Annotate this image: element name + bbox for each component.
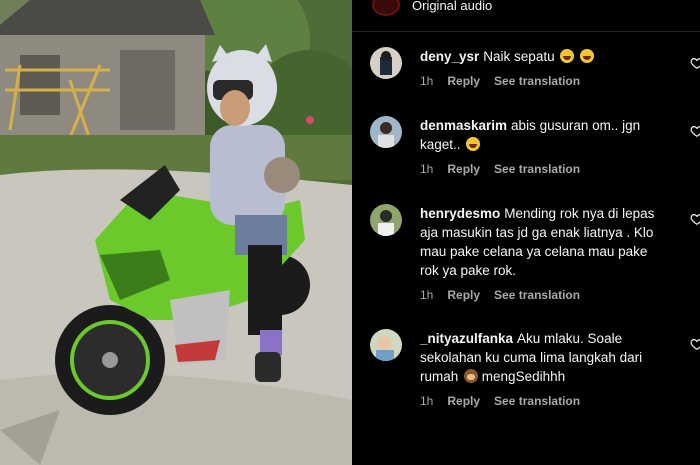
heart-icon[interactable] bbox=[690, 124, 700, 138]
comment-text: deny_ysr Naik sepatu bbox=[420, 47, 656, 66]
avatar[interactable] bbox=[370, 47, 402, 79]
reply-button[interactable]: Reply bbox=[447, 394, 480, 408]
see-translation-button[interactable]: See translation bbox=[494, 162, 580, 176]
grinning-face-icon bbox=[560, 49, 575, 63]
divider bbox=[352, 31, 700, 32]
comment-meta: 1h Reply See translation bbox=[420, 162, 580, 176]
comment-meta: 1h Reply See translation bbox=[420, 74, 580, 88]
video-frame bbox=[0, 0, 352, 465]
comment-time: 1h bbox=[420, 288, 434, 302]
heart-icon[interactable] bbox=[690, 337, 700, 351]
comment-username[interactable]: denmaskarim bbox=[420, 118, 507, 133]
grinning-face-icon bbox=[466, 137, 481, 151]
comment-text: _nityazulfanka Aku mlaku. Soale sekolahan… bbox=[420, 329, 656, 386]
comment-time: 1h bbox=[420, 74, 434, 88]
comment-body: Naik sepatu bbox=[483, 49, 555, 64]
reply-button[interactable]: Reply bbox=[447, 288, 480, 302]
audio-row[interactable]: Original audio bbox=[372, 0, 492, 16]
avatar[interactable] bbox=[370, 116, 402, 148]
see-no-evil-monkey-icon bbox=[464, 369, 479, 383]
comment-text: denmaskarim abis gusuran om.. jgn kaget.. bbox=[420, 116, 656, 154]
comment-username[interactable]: henrydesmo bbox=[420, 206, 500, 221]
comment-meta: 1h Reply See translation bbox=[420, 394, 580, 408]
reply-button[interactable]: Reply bbox=[447, 74, 480, 88]
comment-text: henrydesmo Mending rok nya di lepas aja m… bbox=[420, 204, 656, 280]
see-translation-button[interactable]: See translation bbox=[494, 394, 580, 408]
reply-button[interactable]: Reply bbox=[447, 162, 480, 176]
heart-icon[interactable] bbox=[690, 212, 700, 226]
comment-meta: 1h Reply See translation bbox=[420, 288, 580, 302]
video-player[interactable] bbox=[0, 0, 352, 465]
see-translation-button[interactable]: See translation bbox=[494, 288, 580, 302]
avatar[interactable] bbox=[370, 204, 402, 236]
comment-username[interactable]: deny_ysr bbox=[420, 49, 479, 64]
audio-label: Original audio bbox=[412, 0, 493, 13]
comment-body-tail: mengSedihhh bbox=[481, 369, 566, 384]
avatar[interactable] bbox=[370, 329, 402, 361]
audio-avatar bbox=[372, 0, 400, 16]
comments-panel: Original audio deny_ysr Naik sepatu 1h Re… bbox=[352, 0, 700, 465]
heart-icon[interactable] bbox=[690, 56, 700, 70]
grinning-face-icon bbox=[580, 49, 595, 63]
comment-time: 1h bbox=[420, 394, 434, 408]
see-translation-button[interactable]: See translation bbox=[494, 74, 580, 88]
comment-time: 1h bbox=[420, 162, 434, 176]
comment-username[interactable]: _nityazulfanka bbox=[420, 331, 513, 346]
